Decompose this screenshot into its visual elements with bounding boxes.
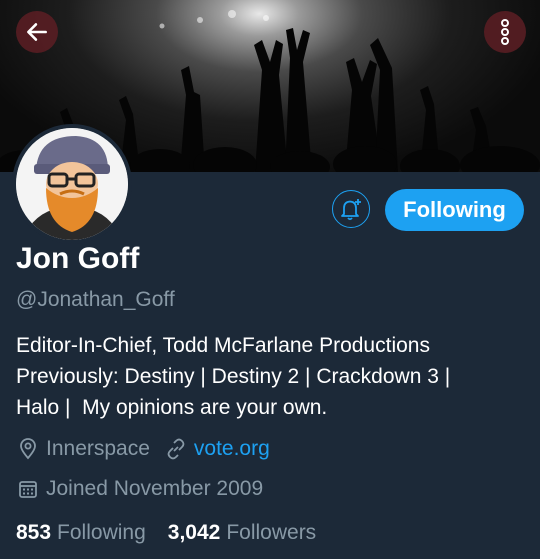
more-options-button[interactable] <box>484 11 526 53</box>
profile-stats: 853 Following 3,042 Followers <box>16 521 338 545</box>
avatar-image <box>16 128 128 240</box>
more-vertical-icon <box>501 19 509 45</box>
bell-plus-icon <box>341 199 361 221</box>
profile-name: Jon Goff <box>16 242 140 275</box>
link-icon <box>164 437 188 461</box>
following-label: Following <box>57 521 146 544</box>
followers-label: Followers <box>226 521 317 544</box>
following-button[interactable]: Following <box>385 189 524 231</box>
profile-bio: Editor-In-Chief, Todd McFarlane Producti… <box>16 330 526 423</box>
profile-joined-row: Joined November 2009 <box>16 477 263 501</box>
avatar[interactable] <box>12 124 132 244</box>
bio-line: Previously: Destiny | Destiny 2 | Crackd… <box>16 365 451 388</box>
profile-joined-date: Joined November 2009 <box>46 477 264 500</box>
profile-location: Innerspace <box>46 437 150 460</box>
followers-count-link[interactable]: 3,042 Followers <box>168 521 316 545</box>
profile-website-link[interactable]: vote.org <box>194 437 270 461</box>
following-count: 853 <box>16 521 52 544</box>
location-pin-icon <box>16 437 40 461</box>
bio-line: Editor-In-Chief, Todd McFarlane Producti… <box>16 334 430 357</box>
following-count-link[interactable]: 853 Following <box>16 521 146 545</box>
followers-count: 3,042 <box>167 521 221 544</box>
calendar-icon <box>16 477 40 501</box>
profile-meta-location-website: Innerspace vote.org <box>16 437 270 461</box>
arrow-left-icon <box>27 23 47 41</box>
back-button[interactable] <box>16 11 58 53</box>
notifications-button[interactable] <box>332 190 370 228</box>
bio-line: Halo | My opinions are your own. <box>16 396 328 419</box>
following-button-label: Following <box>403 197 506 222</box>
profile-handle: @Jonathan_Goff <box>16 288 175 311</box>
